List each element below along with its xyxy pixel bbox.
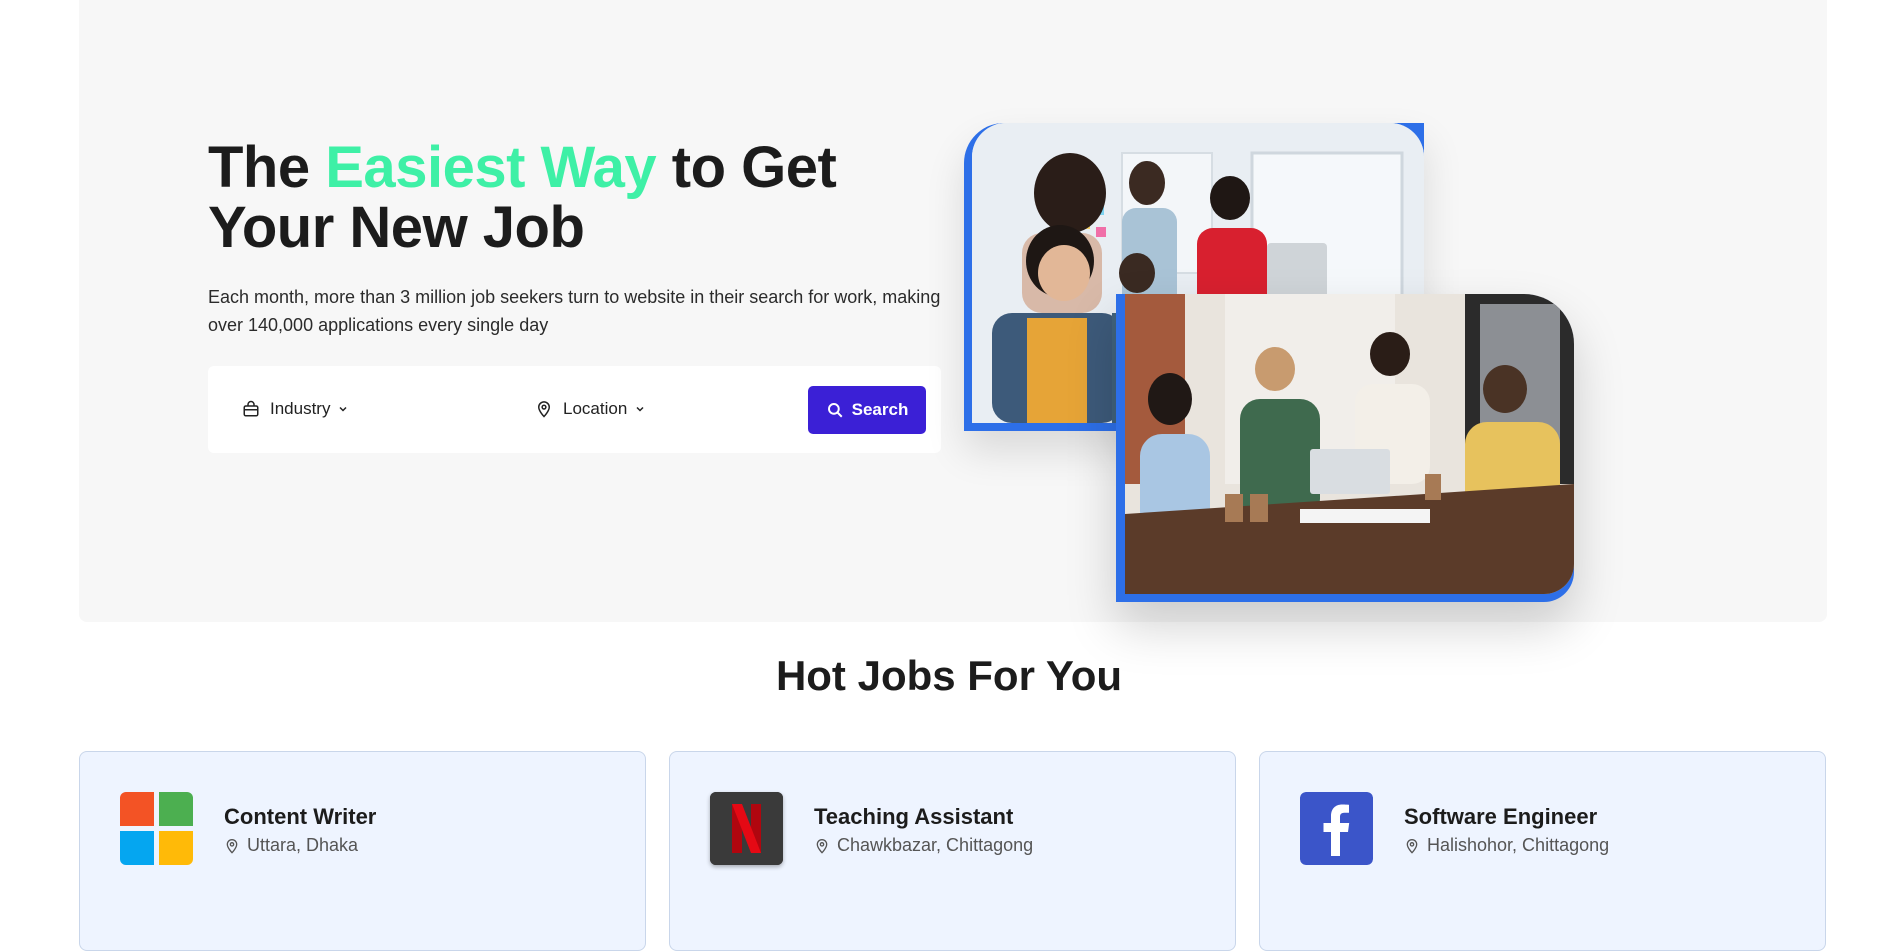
headline-start: The [208, 135, 310, 200]
location-label: Location [563, 399, 628, 418]
job-location-label: Uttara, Dhaka [247, 835, 359, 855]
briefcase-icon [243, 400, 259, 417]
headline-accent: Easiest Way [325, 135, 657, 200]
netflix-logo-icon [710, 792, 783, 865]
job-card[interactable]: Content Writer Uttara, Dhaka [79, 751, 646, 951]
job-card[interactable]: Software Engineer Halishohor, Chittagong [1259, 751, 1826, 951]
job-search-bar: Industry Location Search [208, 366, 941, 453]
search-button[interactable]: Search [808, 386, 926, 434]
job-location: Chawkbazar, Chittagong [814, 835, 1033, 856]
job-location: Uttara, Dhaka [224, 835, 358, 856]
map-pin-icon [226, 838, 238, 854]
industry-label: Industry [270, 399, 331, 418]
microsoft-logo-icon [120, 792, 193, 865]
map-pin-icon [537, 401, 551, 418]
job-title: Content Writer [224, 804, 377, 829]
chevron-down-icon [339, 406, 348, 412]
hero-photo-meeting-celebration [1116, 294, 1574, 602]
location-dropdown[interactable]: Location [535, 396, 646, 422]
job-title: Teaching Assistant [814, 804, 1014, 829]
job-location-label: Chawkbazar, Chittagong [837, 835, 1034, 855]
facebook-logo-icon [1300, 792, 1373, 865]
job-title: Software Engineer [1404, 804, 1598, 829]
job-location: Halishohor, Chittagong [1404, 835, 1609, 856]
hero-subtext: Each month, more than 3 million job seek… [208, 287, 941, 335]
map-pin-icon [816, 838, 828, 854]
search-button-label: Search [851, 400, 909, 419]
hero-headline: The Easiest Way to Get Your New Job [208, 138, 968, 258]
search-icon [827, 403, 843, 418]
map-pin-icon [1406, 838, 1418, 854]
industry-dropdown[interactable]: Industry [242, 396, 349, 422]
job-location-label: Halishohor, Chittagong [1427, 835, 1610, 855]
job-card[interactable]: Teaching Assistant Chawkbazar, Chittagon… [669, 751, 1236, 951]
meeting-photo-illustration [1125, 294, 1574, 594]
chevron-down-icon [636, 406, 644, 412]
hot-jobs-title: Hot Jobs For You [775, 652, 1123, 699]
